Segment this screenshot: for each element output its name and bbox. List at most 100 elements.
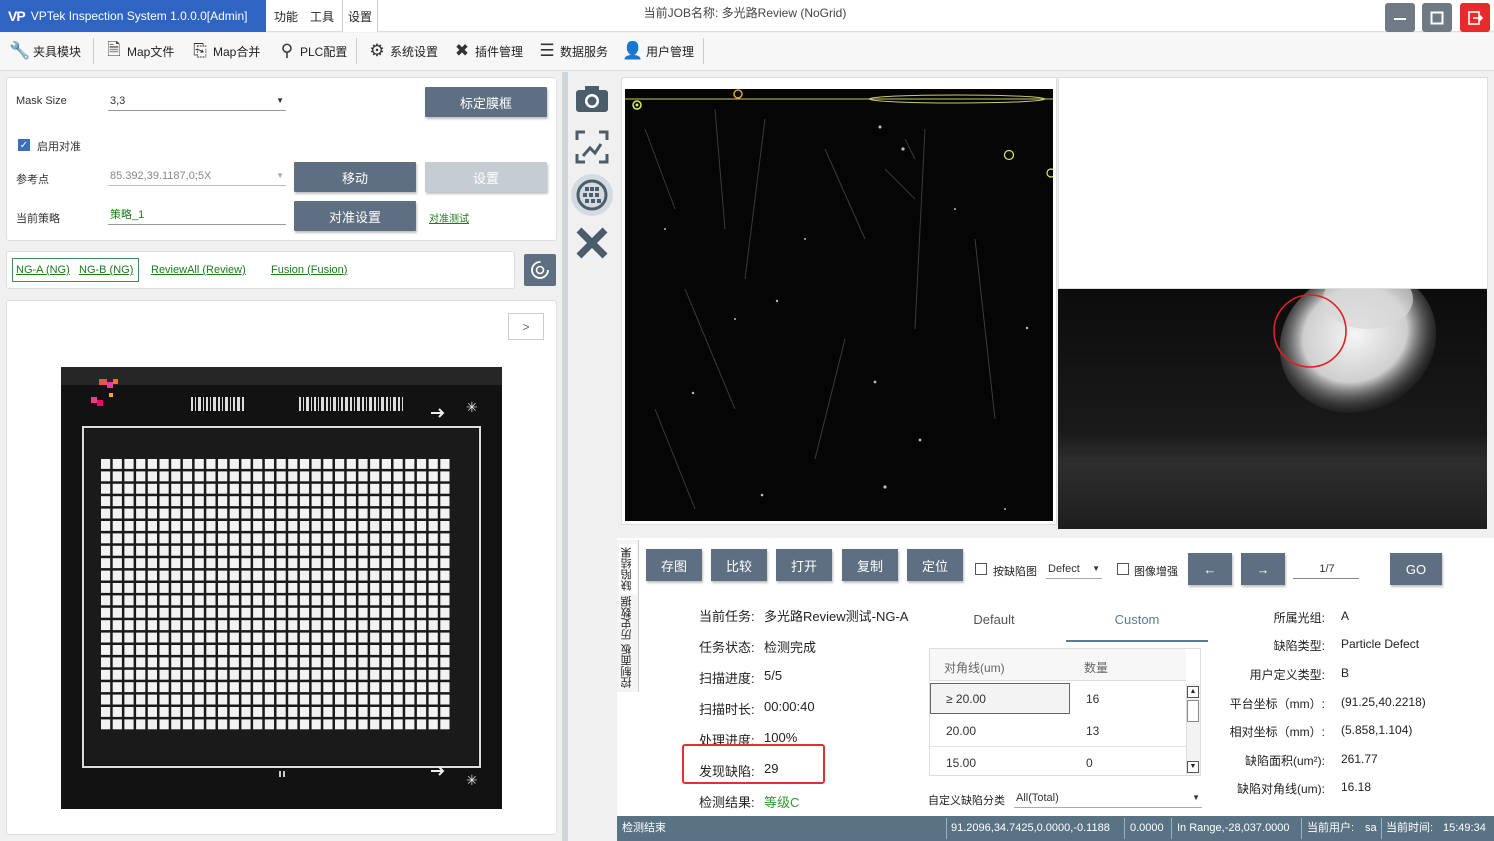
die-cell[interactable] xyxy=(276,694,286,705)
die-cell[interactable] xyxy=(323,595,333,606)
die-cell[interactable] xyxy=(428,719,438,730)
die-cell[interactable] xyxy=(241,570,251,581)
die-cell[interactable] xyxy=(182,533,193,544)
die-cell[interactable] xyxy=(182,471,193,482)
die-cell[interactable] xyxy=(264,459,274,469)
die-cell[interactable] xyxy=(335,583,345,593)
die-cell[interactable] xyxy=(124,459,134,469)
die-cell[interactable] xyxy=(428,682,438,693)
die-cell[interactable] xyxy=(381,521,391,531)
die-cell[interactable] xyxy=(206,459,216,469)
die-cell[interactable] xyxy=(276,669,286,680)
die-cell[interactable] xyxy=(335,595,345,606)
die-cell[interactable] xyxy=(323,496,333,507)
die-cell[interactable] xyxy=(335,645,345,655)
die-cell[interactable] xyxy=(124,545,134,556)
die-cell[interactable] xyxy=(381,483,391,494)
die-cell[interactable] xyxy=(311,545,321,556)
die-cell[interactable] xyxy=(171,459,181,469)
die-cell[interactable] xyxy=(253,657,263,668)
die-cell[interactable] xyxy=(112,657,122,668)
die-cell[interactable] xyxy=(136,682,146,693)
die-cell[interactable] xyxy=(253,719,263,730)
die-cell[interactable] xyxy=(428,533,438,544)
die-cell[interactable] xyxy=(358,645,368,655)
die-cell[interactable] xyxy=(370,645,380,655)
die-cell[interactable] xyxy=(241,508,251,519)
die-cell[interactable] xyxy=(194,682,204,693)
die-cell[interactable] xyxy=(311,508,321,519)
die-cell[interactable] xyxy=(147,620,157,631)
die-cell[interactable] xyxy=(218,657,228,668)
die-cell[interactable] xyxy=(276,620,286,631)
die-cell[interactable] xyxy=(229,620,239,631)
die-cell[interactable] xyxy=(229,570,239,581)
die-cell[interactable] xyxy=(101,694,111,705)
die-cell[interactable] xyxy=(311,669,321,680)
die-cell[interactable] xyxy=(393,583,403,593)
die-cell[interactable] xyxy=(136,645,146,655)
die-cell[interactable] xyxy=(112,719,122,730)
die-cell[interactable] xyxy=(124,496,134,507)
die-cell[interactable] xyxy=(182,719,193,730)
die-cell[interactable] xyxy=(370,719,380,730)
die-cell[interactable] xyxy=(299,533,310,544)
die-cell[interactable] xyxy=(358,707,368,717)
die-cell[interactable] xyxy=(335,483,345,494)
toolbar-map-file[interactable]: 🗎 Map文件 xyxy=(104,33,174,69)
die-cell[interactable] xyxy=(182,632,193,643)
die-cell[interactable] xyxy=(311,583,321,593)
mask-size-select[interactable]: 3,3 ▼ xyxy=(108,93,286,111)
die-cell[interactable] xyxy=(241,583,251,593)
die-cell[interactable] xyxy=(182,682,193,693)
die-cell[interactable] xyxy=(276,570,286,581)
die-cell[interactable] xyxy=(264,545,274,556)
scroll-up-icon[interactable]: ▲ xyxy=(1187,686,1199,698)
die-cell[interactable] xyxy=(136,496,146,507)
die-cell[interactable] xyxy=(159,607,169,618)
die-cell[interactable] xyxy=(218,719,228,730)
die-cell[interactable] xyxy=(159,707,169,717)
die-cell[interactable] xyxy=(101,682,111,693)
die-cell[interactable] xyxy=(218,620,228,631)
die-cell[interactable] xyxy=(381,719,391,730)
die-cell[interactable] xyxy=(323,508,333,519)
die-cell[interactable] xyxy=(147,682,157,693)
die-cell[interactable] xyxy=(358,595,368,606)
die-cell[interactable] xyxy=(136,545,146,556)
die-cell[interactable] xyxy=(276,471,286,482)
die-cell[interactable] xyxy=(206,657,216,668)
die-cell[interactable] xyxy=(124,471,134,482)
tab-defect-results[interactable]: 缺陷结果 xyxy=(619,544,637,594)
die-cell[interactable] xyxy=(171,595,181,606)
die-cell[interactable] xyxy=(370,558,380,569)
die-cell[interactable] xyxy=(440,483,450,494)
die-cell[interactable] xyxy=(393,669,403,680)
die-cell[interactable] xyxy=(335,533,345,544)
die-cell[interactable] xyxy=(253,508,263,519)
enable-alignment-checkbox[interactable]: ✓ xyxy=(18,137,30,151)
die-cell[interactable] xyxy=(218,558,228,569)
die-cell[interactable] xyxy=(440,583,450,593)
die-cell[interactable] xyxy=(253,632,263,643)
minimize-icon[interactable] xyxy=(1385,3,1415,32)
die-cell[interactable] xyxy=(335,657,345,668)
die-cell[interactable] xyxy=(346,657,356,668)
die-cell[interactable] xyxy=(229,558,239,569)
die-cell[interactable] xyxy=(253,570,263,581)
die-cell[interactable] xyxy=(194,719,204,730)
die-cell[interactable] xyxy=(311,595,321,606)
die-cell[interactable] xyxy=(159,719,169,730)
die-cell[interactable] xyxy=(182,583,193,593)
die-cell[interactable] xyxy=(323,719,333,730)
die-cell[interactable] xyxy=(335,607,345,618)
die-cell[interactable] xyxy=(381,545,391,556)
die-cell[interactable] xyxy=(182,657,193,668)
die-cell[interactable] xyxy=(335,719,345,730)
die-cell[interactable] xyxy=(323,607,333,618)
die-cell[interactable] xyxy=(253,645,263,655)
die-cell[interactable] xyxy=(101,595,111,606)
die-cell[interactable] xyxy=(241,657,251,668)
die-cell[interactable] xyxy=(229,521,239,531)
die-cell[interactable] xyxy=(346,471,356,482)
